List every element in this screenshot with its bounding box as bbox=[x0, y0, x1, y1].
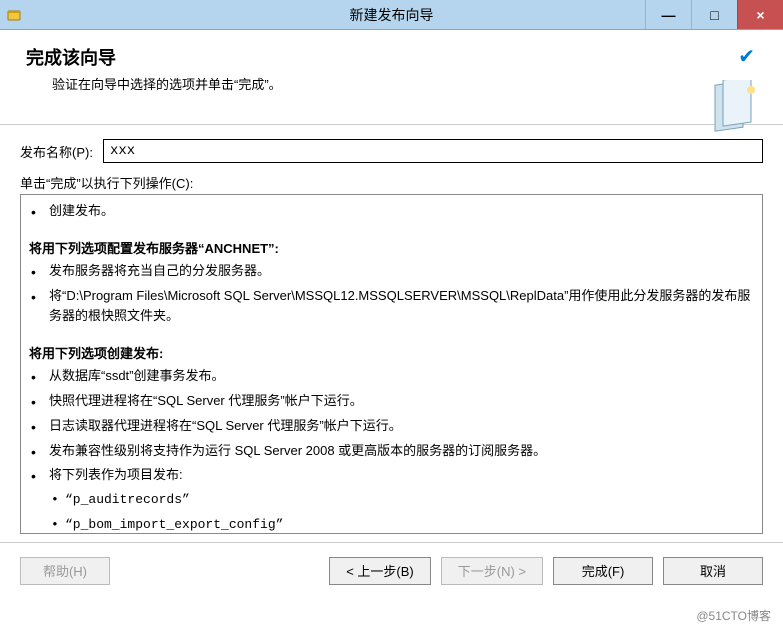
publish-name-input[interactable] bbox=[103, 139, 763, 163]
finish-button[interactable]: 完成(F) bbox=[553, 557, 653, 585]
operations-list[interactable]: 创建发布。 将用下列选项配置发布服务器“ANCHNET”: 发布服务器将充当自己… bbox=[20, 194, 763, 534]
list-item: 日志读取器代理进程将在“SQL Server 代理服务”帐户下运行。 bbox=[45, 414, 754, 439]
section-title: 将用下列选项创建发布: bbox=[25, 343, 754, 362]
list-item: 将“D:\Program Files\Microsoft SQL Server\… bbox=[45, 284, 754, 330]
list-item: 创建发布。 bbox=[45, 199, 754, 224]
page-title: 完成该向导 bbox=[26, 44, 757, 70]
checkmark-icon: ✔ bbox=[738, 44, 755, 69]
list-item: 发布服务器将充当自己的分发服务器。 bbox=[45, 259, 754, 284]
app-icon bbox=[6, 7, 22, 23]
publish-name-label: 发布名称(P): bbox=[20, 142, 93, 161]
window-controls: — □ × bbox=[645, 0, 783, 29]
wizard-content: 发布名称(P): 单击“完成”以执行下列操作(C): 创建发布。 将用下列选项配… bbox=[0, 125, 783, 542]
cancel-button[interactable]: 取消 bbox=[663, 557, 763, 585]
list-item: 将下列表作为项目发布: bbox=[45, 463, 754, 488]
list-item: 从数据库“ssdt”创建事务发布。 bbox=[45, 364, 754, 389]
wizard-banner-icon bbox=[709, 80, 757, 138]
list-item: “p_bom_import_export_config” bbox=[65, 513, 754, 534]
wizard-header: 完成该向导 验证在向导中选择的选项并单击“完成”。 ✔ bbox=[0, 30, 783, 125]
publish-name-row: 发布名称(P): bbox=[20, 139, 763, 163]
watermark: @51CTO博客 bbox=[696, 607, 771, 624]
list-item: 发布兼容性级别将支持作为运行 SQL Server 2008 或更高版本的服务器… bbox=[45, 439, 754, 464]
titlebar: 新建发布向导 — □ × bbox=[0, 0, 783, 30]
button-bar: 帮助(H) < 上一步(B) 下一步(N) > 完成(F) 取消 bbox=[0, 542, 783, 598]
section-title: 将用下列选项配置发布服务器“ANCHNET”: bbox=[25, 238, 754, 257]
maximize-button[interactable]: □ bbox=[691, 0, 737, 29]
close-button[interactable]: × bbox=[737, 0, 783, 29]
help-button[interactable]: 帮助(H) bbox=[20, 557, 110, 585]
list-item: “p_auditrecords” bbox=[65, 488, 754, 513]
window-title: 新建发布向导 bbox=[350, 5, 434, 25]
operations-label: 单击“完成”以执行下列操作(C): bbox=[20, 173, 763, 192]
back-button[interactable]: < 上一步(B) bbox=[329, 557, 431, 585]
page-subtitle: 验证在向导中选择的选项并单击“完成”。 bbox=[52, 74, 757, 93]
minimize-button[interactable]: — bbox=[645, 0, 691, 29]
list-item: 快照代理进程将在“SQL Server 代理服务”帐户下运行。 bbox=[45, 389, 754, 414]
next-button: 下一步(N) > bbox=[441, 557, 543, 585]
